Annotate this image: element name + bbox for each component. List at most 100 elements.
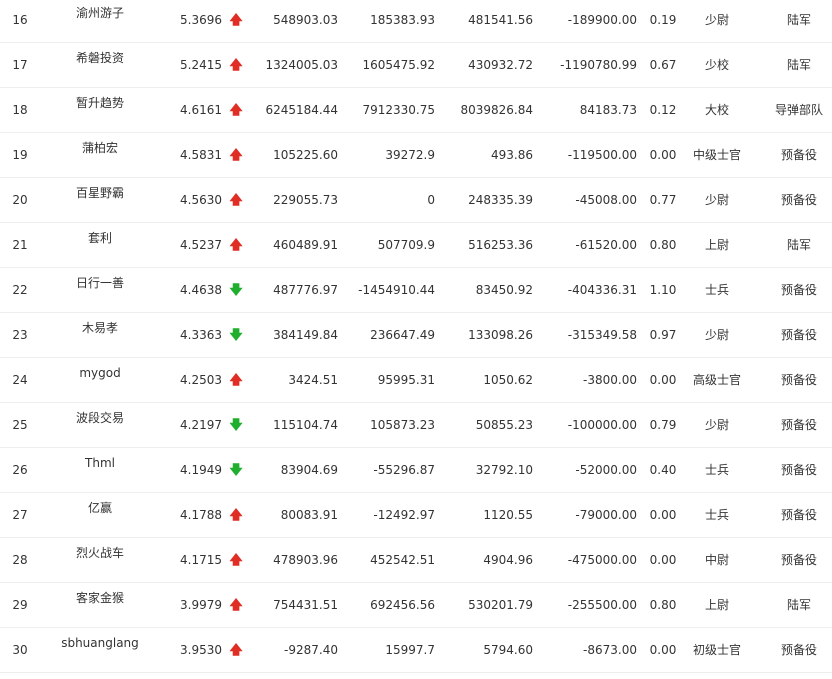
trader-name[interactable]: 日行一善 [60, 261, 140, 306]
ratio-value: 1.10 [649, 283, 677, 297]
arrow-up-icon: 🡅 [229, 643, 243, 658]
trader-name[interactable]: 客家金猴 [60, 576, 140, 621]
ratio-value: 0.00 [649, 643, 677, 657]
military-rank: 少尉 [704, 193, 729, 207]
value-col-2: 0 [427, 193, 435, 207]
value-col-4: -61520.00 [575, 238, 637, 252]
value-col-2: 185383.93 [370, 13, 435, 27]
rank-cell: 23 [12, 328, 28, 342]
score-value: 4.4638 [180, 283, 222, 297]
trader-name[interactable]: 套利 [60, 216, 140, 261]
trader-name[interactable]: Thml [60, 441, 140, 486]
value-col-4: -3800.00 [583, 373, 637, 387]
table-body: 16 渝州游子 5.3696 548903.03 185383.93 481541.56 -… [0, 0, 832, 673]
arrow-down-icon: 🡇 [229, 418, 243, 433]
trader-name[interactable]: 波段交易 [60, 396, 140, 441]
value-col-3: 4904.96 [483, 553, 533, 567]
trader-name[interactable]: sbhuanglang [60, 621, 140, 666]
value-col-1: 80083.91 [280, 508, 338, 522]
value-col-3: 516253.36 [468, 238, 533, 252]
value-col-4: -100000.00 [567, 418, 637, 432]
ratio-value: 0.00 [649, 373, 677, 387]
value-col-3: 1120.55 [483, 508, 533, 522]
trader-name[interactable]: 渝州游子 [60, 0, 140, 36]
value-col-3: 5794.60 [483, 643, 533, 657]
rank-cell: 28 [12, 553, 28, 567]
service-branch: 预备役 [780, 328, 817, 342]
score-value: 4.2197 [180, 418, 222, 432]
value-col-1: 754431.51 [273, 598, 338, 612]
score-value: 3.9979 [180, 598, 222, 612]
service-branch: 预备役 [780, 553, 817, 567]
value-col-4: -189900.00 [567, 13, 637, 27]
trader-name[interactable]: 百星野霸 [60, 171, 140, 216]
score-value: 4.5831 [180, 148, 222, 162]
value-col-3: 32792.10 [475, 463, 533, 477]
ratio-value: 0.80 [649, 598, 677, 612]
service-branch: 陆军 [786, 13, 811, 27]
military-rank: 上尉 [704, 238, 729, 252]
value-col-1: 1324005.03 [265, 58, 338, 72]
value-col-4: -79000.00 [575, 508, 637, 522]
service-branch: 预备役 [780, 193, 817, 207]
value-col-4: -52000.00 [575, 463, 637, 477]
ratio-value: 0.00 [649, 508, 677, 522]
rank-cell: 26 [12, 463, 28, 477]
service-branch: 预备役 [780, 463, 817, 477]
value-col-2: 105873.23 [370, 418, 435, 432]
arrow-up-icon: 🡅 [229, 598, 243, 613]
value-col-2: 1605475.92 [362, 58, 435, 72]
value-col-2: -1454910.44 [358, 283, 435, 297]
military-rank: 士兵 [704, 283, 729, 297]
value-col-3: 481541.56 [468, 13, 533, 27]
rank-cell: 22 [12, 283, 28, 297]
value-col-3: 83450.92 [475, 283, 533, 297]
rank-cell: 25 [12, 418, 28, 432]
arrow-up-icon: 🡅 [229, 508, 243, 523]
value-col-3: 493.86 [491, 148, 533, 162]
arrow-up-icon: 🡅 [229, 13, 243, 28]
military-rank: 中级士官 [692, 148, 741, 162]
arrow-up-icon: 🡅 [229, 553, 243, 568]
value-col-4: 84183.73 [579, 103, 637, 117]
value-col-3: 248335.39 [468, 193, 533, 207]
table-row[interactable]: 30 sbhuanglang 3.9530 -9287.40 15997.7 5794.6… [0, 628, 832, 673]
service-branch: 预备役 [780, 418, 817, 432]
military-rank: 大校 [704, 103, 729, 117]
score-value: 4.5630 [180, 193, 222, 207]
military-rank: 上尉 [704, 598, 729, 612]
value-col-4: -475000.00 [567, 553, 637, 567]
trader-name[interactable]: 木易孝 [60, 306, 140, 351]
rank-cell: 17 [12, 58, 28, 72]
value-col-4: -45008.00 [575, 193, 637, 207]
rank-cell: 16 [12, 13, 28, 27]
ratio-value: 0.00 [649, 148, 677, 162]
value-col-1: 548903.03 [273, 13, 338, 27]
trader-name[interactable]: 暂升趋势 [60, 81, 140, 126]
value-col-2: 452542.51 [370, 553, 435, 567]
military-rank: 高级士官 [692, 373, 741, 387]
ranking-table: 16 渝州游子 5.3696 548903.03 185383.93 481541.56 -… [0, 0, 832, 673]
value-col-4: -8673.00 [583, 643, 637, 657]
rank-cell: 29 [12, 598, 28, 612]
rank-cell: 20 [12, 193, 28, 207]
service-branch: 陆军 [786, 58, 811, 72]
value-col-3: 8039826.84 [460, 103, 533, 117]
value-col-2: 95995.31 [377, 373, 435, 387]
trader-name[interactable]: 亿赢 [60, 486, 140, 531]
value-col-1: 487776.97 [273, 283, 338, 297]
arrow-down-icon: 🡇 [229, 328, 243, 343]
value-col-2: 236647.49 [370, 328, 435, 342]
arrow-up-icon: 🡅 [229, 148, 243, 163]
rank-cell: 21 [12, 238, 28, 252]
arrow-up-icon: 🡅 [229, 193, 243, 208]
ratio-value: 0.67 [649, 58, 677, 72]
military-rank: 少尉 [704, 418, 729, 432]
trader-name[interactable]: 蒲柏宏 [60, 126, 140, 171]
trader-name[interactable]: 希磐投资 [60, 36, 140, 81]
arrow-up-icon: 🡅 [229, 238, 243, 253]
ratio-value: 0.97 [649, 328, 677, 342]
value-col-2: 7912330.75 [362, 103, 435, 117]
trader-name[interactable]: 烈火战车 [60, 531, 140, 576]
trader-name[interactable]: mygod [60, 351, 140, 396]
